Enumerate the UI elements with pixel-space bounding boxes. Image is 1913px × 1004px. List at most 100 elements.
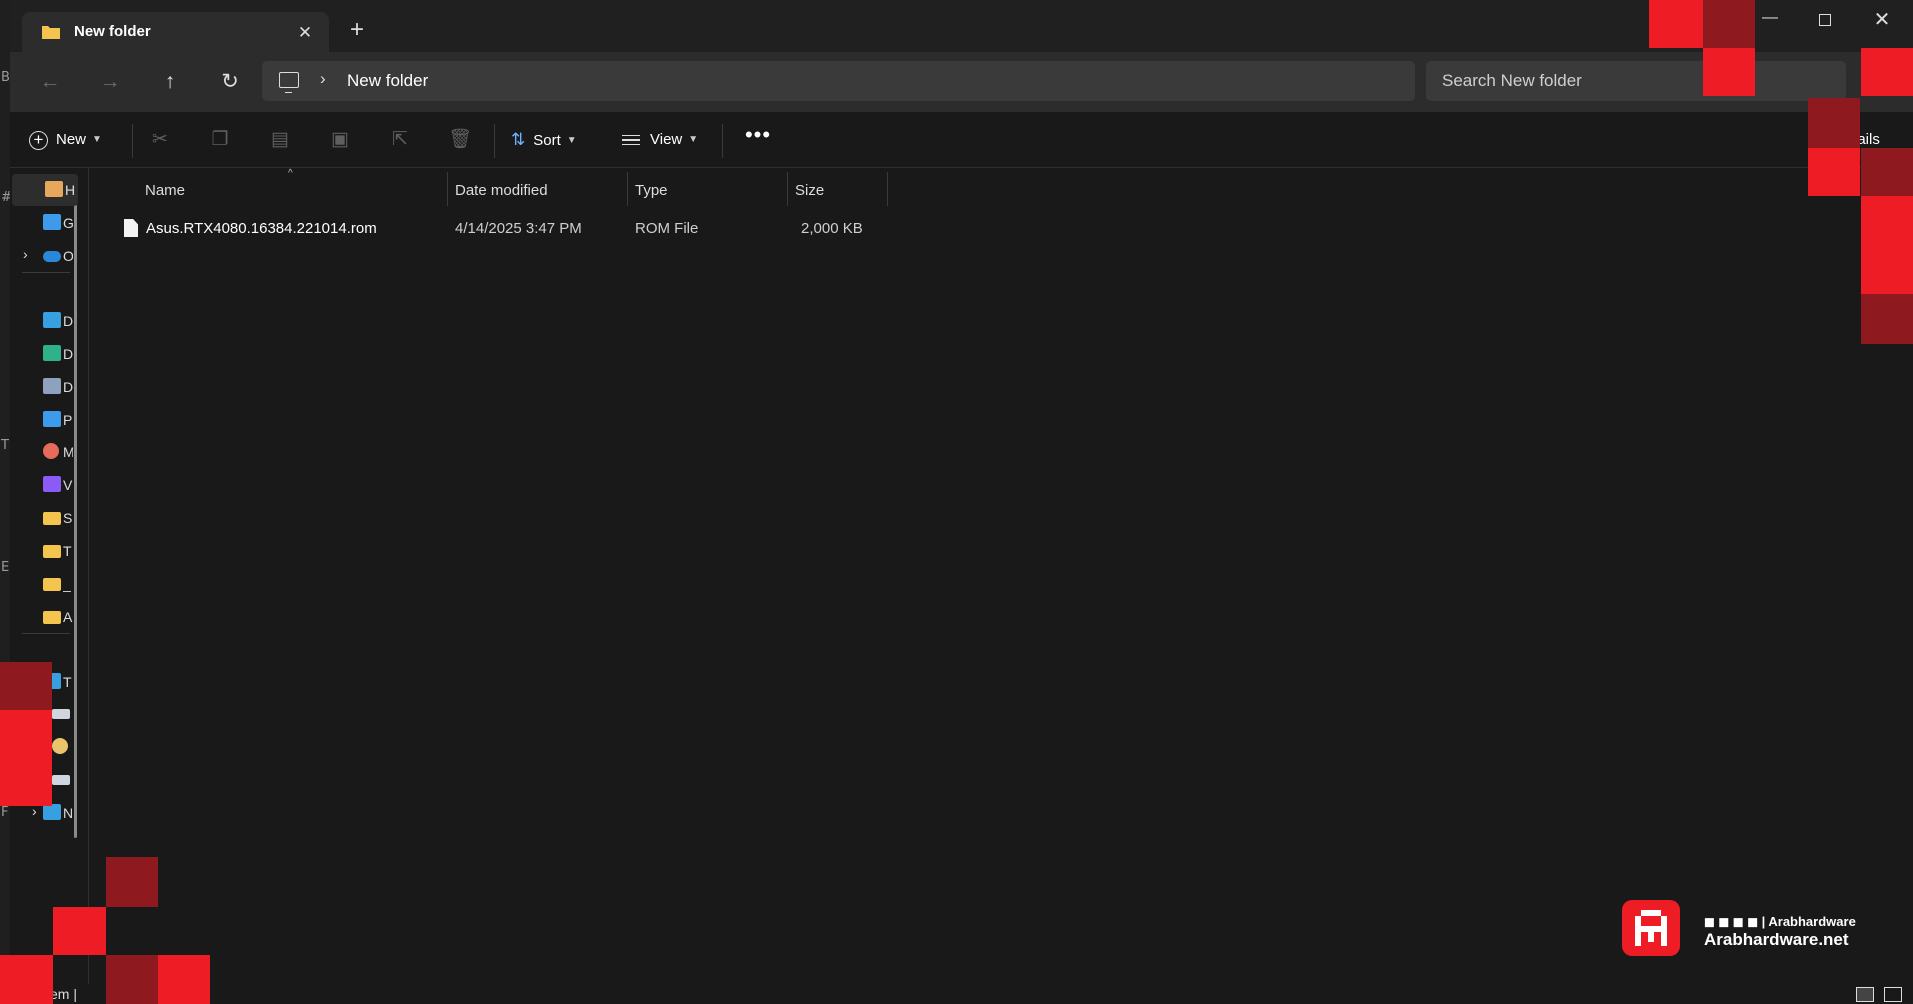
watermark-pixel: [158, 955, 210, 1004]
folder-icon: [43, 512, 61, 525]
nav-separator: [22, 272, 70, 273]
divider: [494, 124, 495, 158]
file-row[interactable]: Asus.RTX4080.16384.221014.rom 4/14/2025 …: [110, 214, 900, 244]
desktop-label-fragment: T: [1, 438, 9, 453]
this-pc-icon[interactable]: [279, 72, 299, 93]
file-type: ROM File: [635, 220, 699, 237]
close-window-button[interactable]: ✕: [1862, 8, 1902, 32]
sidebar-item-desktop[interactable]: D: [10, 305, 80, 337]
large-icons-view-icon[interactable]: [1884, 987, 1902, 1002]
folder-icon: [43, 611, 61, 624]
address-bar-row: ← → ↑ ↻ › New folder Search New folder: [10, 52, 1913, 112]
forward-button[interactable]: →: [90, 66, 130, 98]
sidebar-item-onedrive[interactable]: › O: [10, 240, 80, 272]
breadcrumb-new-folder[interactable]: New folder: [347, 71, 428, 91]
view-button[interactable]: View ▼: [622, 126, 698, 154]
new-label: New: [56, 131, 87, 148]
command-bar: +New▼ ✂ ❐ ▤ ▣ ⇱ 🗑 ⇅Sort▼ View▼ ••• Detai…: [10, 112, 1913, 168]
details-view-icon[interactable]: [1856, 987, 1874, 1002]
search-placeholder: Search New folder: [1442, 71, 1582, 90]
new-tab-button[interactable]: +: [343, 17, 371, 45]
pane-divider[interactable]: [88, 168, 89, 984]
watermark-pixel: [1703, 48, 1755, 96]
new-plus-icon: +: [29, 130, 48, 150]
search-input[interactable]: Search New folder: [1426, 61, 1846, 101]
column-separator[interactable]: [627, 172, 628, 206]
sidebar-item-label: D: [63, 379, 73, 395]
file-size: 2,000 KB: [801, 220, 863, 237]
column-header-name[interactable]: Name: [145, 174, 185, 208]
sidebar-item-folder-a[interactable]: A: [10, 601, 80, 633]
more-options-button[interactable]: •••: [740, 124, 776, 154]
maximize-button[interactable]: [1805, 8, 1845, 32]
drive-icon: [52, 709, 70, 719]
network-icon: [43, 804, 61, 820]
sidebar-item-music[interactable]: M: [10, 436, 80, 468]
rename-icon[interactable]: ▣: [326, 127, 354, 155]
watermark-pixel: [1861, 196, 1913, 294]
column-separator[interactable]: [887, 172, 888, 206]
watermark-pixel: [106, 955, 158, 1004]
sidebar-item-pictures[interactable]: P: [10, 404, 80, 436]
sidebar-item-label: T: [63, 543, 72, 559]
column-header-size[interactable]: Size: [795, 174, 824, 208]
brand-social-handles: ◼ ◼ ◼ ◼ | Arabhardware: [1704, 914, 1856, 929]
sidebar-item-gallery[interactable]: G: [10, 207, 80, 239]
sidebar-item-label: M: [63, 444, 73, 460]
paste-icon[interactable]: ▤: [266, 127, 294, 155]
nav-separator: [22, 633, 70, 634]
sidebar-item-videos[interactable]: V: [10, 469, 80, 501]
close-tab-icon[interactable]: ✕: [294, 22, 316, 44]
sidebar-item-label: P: [63, 412, 73, 428]
chevron-down-icon: ▼: [566, 135, 577, 147]
chevron-down-icon: ▼: [688, 134, 699, 146]
sort-label: Sort: [533, 132, 561, 149]
sidebar-item-home[interactable]: H: [12, 174, 78, 206]
sidebar-item-label: D: [63, 346, 73, 362]
sort-icon: ⇅: [511, 130, 526, 150]
column-separator[interactable]: [787, 172, 788, 206]
column-separator[interactable]: [447, 172, 448, 206]
file-list: Name ^ Date modified Type Size Asus.RTX4…: [90, 168, 1913, 984]
folder-icon: [42, 26, 60, 39]
minimize-button[interactable]: —: [1750, 8, 1790, 32]
watermark-pixel: [1861, 294, 1913, 344]
back-button[interactable]: ←: [30, 66, 70, 98]
new-button[interactable]: + New ▼: [29, 126, 102, 154]
refresh-button[interactable]: ↻: [210, 66, 250, 98]
tab-new-folder[interactable]: New folder ✕: [22, 12, 329, 52]
sidebar-item-label: V: [63, 477, 73, 493]
column-header-date-modified[interactable]: Date modified: [455, 174, 548, 208]
navigation-pane: HG›ODDDPMVST_AT››››N: [10, 168, 90, 984]
chevron-right-icon[interactable]: ›: [23, 246, 28, 262]
watermark-pixel: [1808, 98, 1860, 148]
disc-icon: [52, 738, 68, 754]
brand-logo-icon: [1622, 900, 1680, 956]
delete-icon[interactable]: 🗑: [446, 127, 474, 155]
file-name: Asus.RTX4080.16384.221014.rom: [146, 220, 377, 237]
sidebar-item-label: S: [63, 510, 73, 526]
sidebar-item-label: H: [65, 182, 75, 198]
address-bar[interactable]: › New folder: [262, 61, 1415, 101]
sidebar-item-documents[interactable]: D: [10, 371, 80, 403]
cut-icon[interactable]: ✂: [146, 127, 174, 155]
up-button[interactable]: ↑: [150, 66, 190, 98]
share-icon[interactable]: ⇱: [386, 127, 414, 155]
sidebar-item-folder-dash[interactable]: _: [10, 568, 80, 600]
file-icon: [124, 219, 138, 237]
desktop-background: B # T E F: [0, 0, 12, 1004]
column-header-type[interactable]: Type: [635, 174, 668, 208]
breadcrumb-separator[interactable]: ›: [320, 69, 326, 89]
sort-button[interactable]: ⇅ Sort ▼: [511, 126, 577, 154]
gallery-icon: [43, 214, 61, 230]
file-date-modified: 4/14/2025 3:47 PM: [455, 220, 582, 237]
sidebar-item-label: N: [63, 805, 73, 821]
divider: [722, 124, 723, 158]
sidebar-item-folder-s[interactable]: S: [10, 502, 80, 534]
desktop-label-fragment: B: [1, 70, 10, 85]
copy-icon[interactable]: ❐: [206, 127, 234, 155]
desktop-label-fragment: F: [1, 805, 9, 820]
sidebar-item-downloads[interactable]: D: [10, 338, 80, 370]
title-bar: New folder ✕ + — ✕: [10, 0, 1913, 52]
sidebar-item-folder-t[interactable]: T: [10, 535, 80, 567]
